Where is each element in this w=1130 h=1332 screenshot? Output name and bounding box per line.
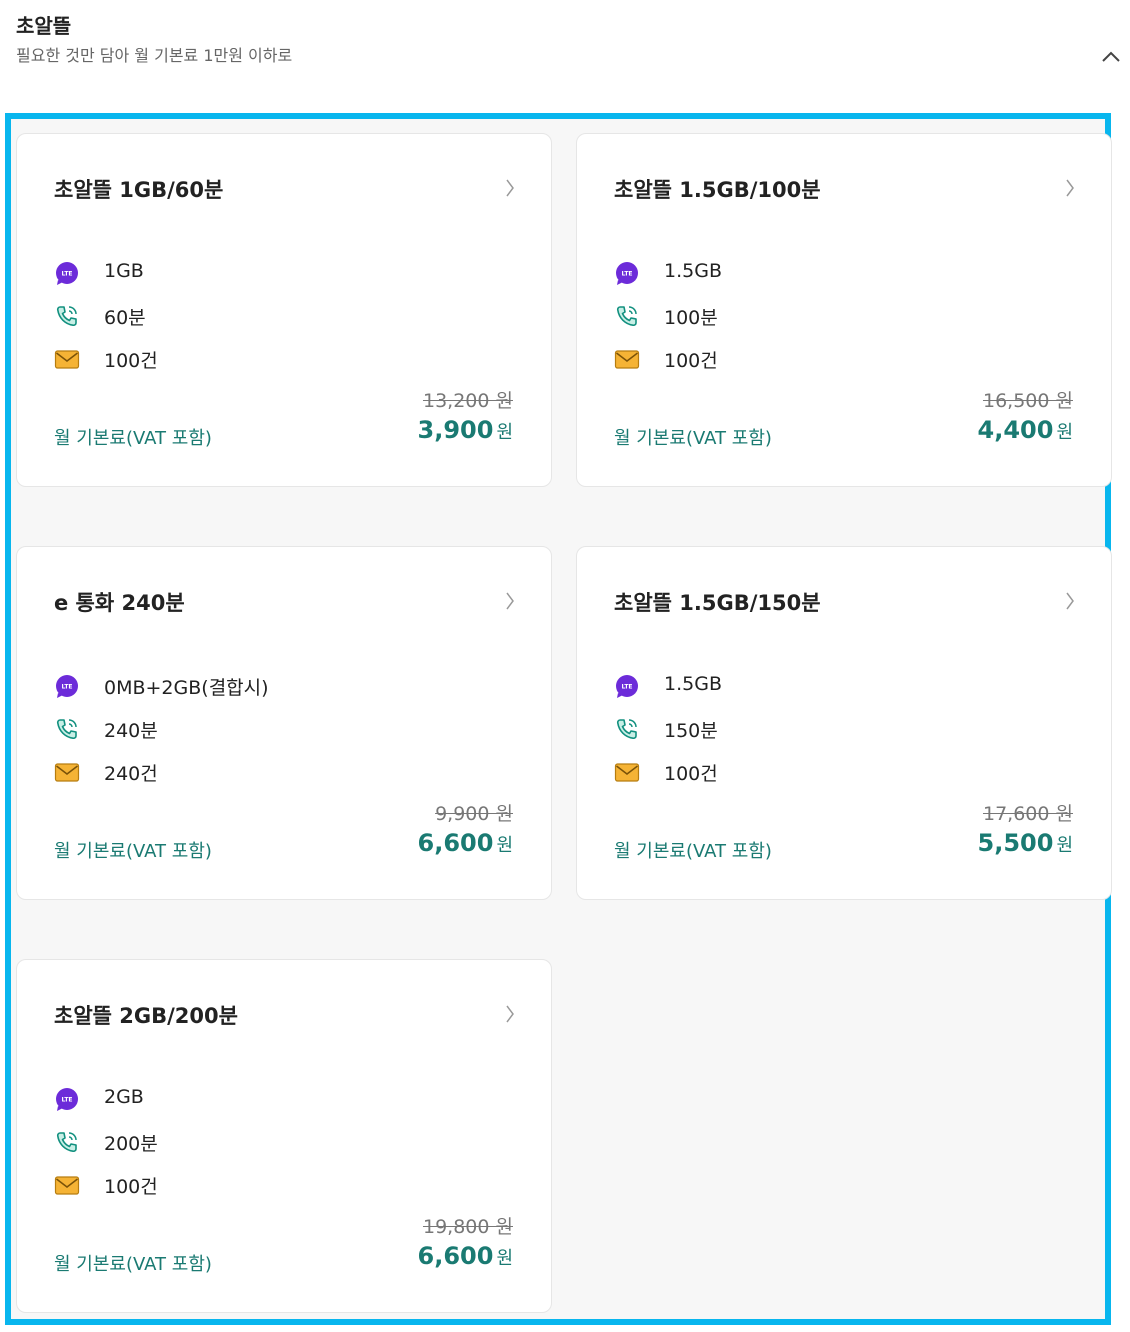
lte-data-icon: LTE: [614, 260, 640, 286]
sms-amount: 240건: [104, 763, 158, 785]
plan-card[interactable]: 초알뜰 2GB/200분 LTE 2GB 200분 100건 월 기본료(VAT…: [16, 959, 552, 1313]
sms-amount: 100건: [104, 350, 158, 372]
fee-label: 월 기본료(VAT 포함): [54, 1254, 212, 1275]
sms-amount: 100건: [104, 1176, 158, 1198]
chevron-right-icon: [503, 176, 517, 200]
chevron-right-icon: [1063, 589, 1077, 613]
plan-name: 초알뜰 1.5GB/150분: [614, 591, 821, 615]
lte-data-icon: LTE: [54, 260, 80, 286]
plan-group-subtitle: 필요한 것만 담아 월 기본료 1만원 이하로: [16, 46, 293, 65]
chevron-up-icon[interactable]: [1098, 44, 1124, 70]
chevron-right-icon: [503, 589, 517, 613]
phone-icon: [614, 716, 640, 742]
svg-text:LTE: LTE: [621, 271, 632, 278]
discount-price: 4,400 원: [978, 416, 1073, 444]
svg-text:LTE: LTE: [621, 684, 632, 691]
envelope-icon: [54, 346, 80, 372]
voice-amount: 150분: [664, 720, 718, 742]
phone-icon: [54, 303, 80, 329]
envelope-icon: [614, 759, 640, 785]
discount-price: 6,600 원: [418, 829, 513, 857]
envelope-icon: [54, 1172, 80, 1198]
original-price: 16,500 원: [982, 390, 1073, 412]
svg-text:LTE: LTE: [61, 684, 72, 691]
phone-icon: [54, 1129, 80, 1155]
chevron-right-icon: [1063, 176, 1077, 200]
price-unit: 원: [496, 835, 513, 856]
plan-card[interactable]: e 통화 240분 LTE 0MB+2GB(결합시) 240분 240건 월 기…: [16, 546, 552, 900]
discount-price: 6,600 원: [418, 1242, 513, 1270]
plan-card-grid: 초알뜰 1GB/60분 LTE 1GB 60분 100건 월 기본료(VAT 포…: [5, 113, 1112, 1325]
fee-label: 월 기본료(VAT 포함): [614, 841, 772, 862]
voice-amount: 200분: [104, 1133, 158, 1155]
voice-amount: 240분: [104, 720, 158, 742]
envelope-icon: [614, 346, 640, 372]
plan-name: 초알뜰 1GB/60분: [54, 178, 224, 202]
fee-label: 월 기본료(VAT 포함): [54, 428, 212, 449]
lte-data-icon: LTE: [54, 1086, 80, 1112]
data-amount: 0MB+2GB(결합시): [104, 677, 269, 699]
svg-text:LTE: LTE: [61, 1097, 72, 1104]
svg-text:LTE: LTE: [61, 271, 72, 278]
fee-label: 월 기본료(VAT 포함): [54, 841, 212, 862]
data-amount: 2GB: [104, 1086, 144, 1108]
phone-icon: [614, 303, 640, 329]
price-unit: 원: [496, 1248, 513, 1269]
data-amount: 1.5GB: [664, 260, 722, 282]
price-value: 6,600: [417, 1242, 494, 1270]
lte-data-icon: LTE: [614, 673, 640, 699]
plan-card[interactable]: 초알뜰 1.5GB/150분 LTE 1.5GB 150분 100건 월 기본료…: [576, 546, 1112, 900]
price-unit: 원: [496, 422, 513, 443]
plan-name: 초알뜰 1.5GB/100분: [614, 178, 821, 202]
price-value: 6,600: [417, 829, 494, 857]
plan-name: 초알뜰 2GB/200분: [54, 1004, 238, 1028]
plan-name: e 통화 240분: [54, 591, 185, 615]
sms-amount: 100건: [664, 350, 718, 372]
plan-group-title: 초알뜰: [16, 14, 72, 38]
original-price: 9,900 원: [435, 803, 513, 825]
data-amount: 1GB: [104, 260, 144, 282]
price-unit: 원: [1056, 835, 1073, 856]
sms-amount: 100건: [664, 763, 718, 785]
discount-price: 3,900 원: [418, 416, 513, 444]
plan-card[interactable]: 초알뜰 1GB/60분 LTE 1GB 60분 100건 월 기본료(VAT 포…: [16, 133, 552, 487]
envelope-icon: [54, 759, 80, 785]
original-price: 13,200 원: [422, 390, 513, 412]
fee-label: 월 기본료(VAT 포함): [614, 428, 772, 449]
original-price: 19,800 원: [422, 1216, 513, 1238]
phone-icon: [54, 716, 80, 742]
price-value: 5,500: [977, 829, 1054, 857]
original-price: 17,600 원: [982, 803, 1073, 825]
price-unit: 원: [1056, 422, 1073, 443]
price-value: 4,400: [977, 416, 1054, 444]
plan-card[interactable]: 초알뜰 1.5GB/100분 LTE 1.5GB 100분 100건 월 기본료…: [576, 133, 1112, 487]
price-value: 3,900: [417, 416, 494, 444]
plan-group-header[interactable]: 초알뜰 필요한 것만 담아 월 기본료 1만원 이하로: [0, 0, 1130, 104]
lte-data-icon: LTE: [54, 673, 80, 699]
chevron-right-icon: [503, 1002, 517, 1026]
voice-amount: 60분: [104, 307, 146, 329]
data-amount: 1.5GB: [664, 673, 722, 695]
voice-amount: 100분: [664, 307, 718, 329]
discount-price: 5,500 원: [978, 829, 1073, 857]
